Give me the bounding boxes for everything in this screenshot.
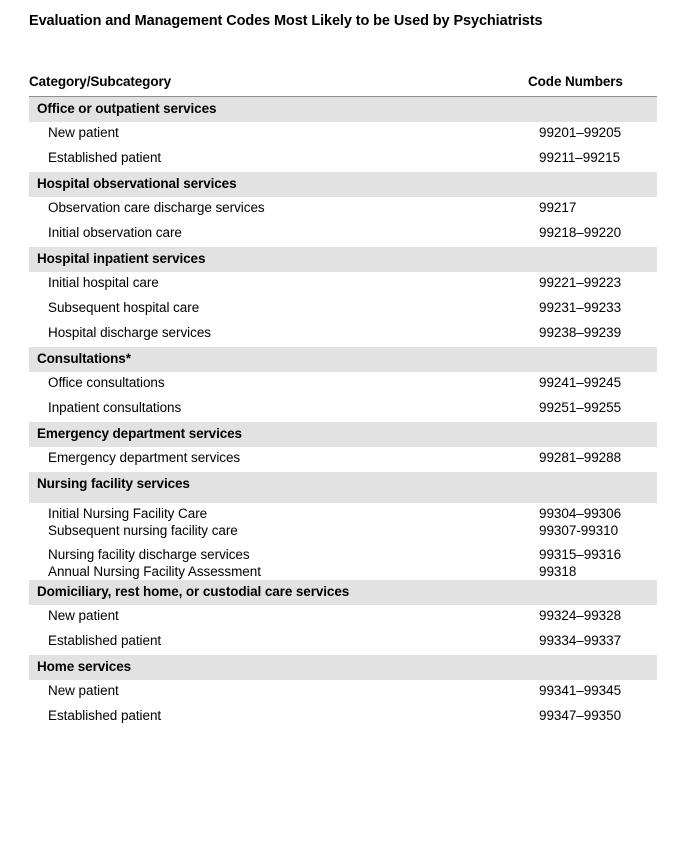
subcategory-label: Established patient [48,708,162,723]
row-group-gap [29,537,657,544]
subcategory-label: Office consultations [48,375,165,390]
subcategory-label: New patient [48,125,119,140]
subcategory-rows: Initial hospital care 99221–99223 Subseque… [29,272,657,347]
code-number: 99324–99328 [539,608,622,623]
category-row: Home services [29,655,657,680]
category-label: Hospital inpatient services [37,251,206,266]
table-row: Subsequent nursing facility care 99307-99… [29,520,657,538]
codes-table: Category/Subcategory Code Numbers Office… [29,74,657,730]
table-row: Observation care discharge services 99217 [29,197,657,222]
code-number: 99251–99255 [539,400,622,415]
category-row: Domiciliary, rest home, or custodial car… [29,580,657,605]
subcategory-label: Observation care discharge services [48,200,265,215]
subcategory-label: New patient [48,683,119,698]
code-number: 99318 [539,564,577,579]
subcategory-label: Established patient [48,633,162,648]
table-row: Established patient 99347–99350 [29,705,657,730]
category-row: Hospital observational services [29,172,657,197]
table-row: New patient 99201–99205 [29,122,657,147]
column-header-category: Category/Subcategory [29,74,172,89]
subcategory-label: Nursing facility discharge services [48,547,250,562]
category-row: Emergency department services [29,422,657,447]
subcategory-rows: Emergency department services 99281–99288 [29,447,657,472]
category-label: Home services [37,659,132,674]
table-column-headers: Category/Subcategory Code Numbers [29,74,657,95]
code-number: 99201–99205 [539,125,622,140]
category-label: Hospital observational services [37,176,237,191]
code-number: 99281–99288 [539,450,622,465]
code-number: 99241–99245 [539,375,622,390]
table-row: New patient 99324–99328 [29,605,657,630]
table-sections: Office or outpatient services New patient… [29,97,657,730]
category-label: Office or outpatient services [37,101,217,116]
table-row: Office consultations 99241–99245 [29,372,657,397]
code-number: 99211–99215 [539,150,621,165]
category-label: Nursing facility services [37,476,190,491]
code-number: 99304–99306 [539,506,622,521]
subcategory-label: Initial observation care [48,225,182,240]
subcategory-label: Subsequent nursing facility care [48,523,238,538]
category-row: Nursing facility services [29,472,657,503]
table-row: Hospital discharge services 99238–99239 [29,322,657,347]
subcategory-label: Subsequent hospital care [48,300,200,315]
code-number: 99315–99316 [539,547,622,562]
table-row: Subsequent hospital care 99231–99233 [29,297,657,322]
table-row: Nursing facility discharge services 99315… [29,544,657,562]
subcategory-rows: Office consultations 99241–99245 Inpatient… [29,372,657,422]
table-row: Established patient 99334–99337 [29,630,657,655]
code-number: 99238–99239 [539,325,622,340]
subcategory-rows: New patient 99324–99328 Established patien… [29,605,657,655]
code-number: 99341–99345 [539,683,622,698]
code-number: 99334–99337 [539,633,622,648]
code-number: 99307-99310 [539,523,619,538]
subcategory-label: Initial Nursing Facility Care [48,506,208,521]
subcategory-rows: Observation care discharge services 99217… [29,197,657,247]
page-title: Evaluation and Management Codes Most Lik… [29,13,543,29]
category-label: Emergency department services [37,426,242,441]
table-row: Emergency department services 99281–99288 [29,447,657,472]
table-row: New patient 99341–99345 [29,680,657,705]
category-label: Domiciliary, rest home, or custodial car… [37,584,350,599]
category-row: Hospital inpatient services [29,247,657,272]
table-row: Inpatient consultations 99251–99255 [29,397,657,422]
subcategory-label: Inpatient consultations [48,400,182,415]
subcategory-rows: New patient 99341–99345 Established patien… [29,680,657,730]
document-page: Evaluation and Management Codes Most Lik… [0,0,691,847]
table-row: Established patient 99211–99215 [29,147,657,172]
table-row: Initial hospital care 99221–99223 [29,272,657,297]
code-number: 99217 [539,200,577,215]
subcategory-label: Emergency department services [48,450,241,465]
column-header-code-numbers: Code Numbers [528,74,623,89]
subcategory-rows: Initial Nursing Facility Care 99304–99306… [29,503,657,580]
code-number: 99231–99233 [539,300,622,315]
subcategory-rows: New patient 99201–99205 Established patien… [29,122,657,172]
category-label: Consultations* [37,351,131,366]
subcategory-label: New patient [48,608,119,623]
code-number: 99218–99220 [539,225,622,240]
table-row: Annual Nursing Facility Assessment 99318 [29,561,657,579]
table-row: Initial observation care 99218–99220 [29,222,657,247]
subcategory-label: Hospital discharge services [48,325,211,340]
category-row: Office or outpatient services [29,97,657,122]
code-number: 99347–99350 [539,708,622,723]
category-row: Consultations* [29,347,657,372]
subcategory-label: Established patient [48,150,162,165]
code-number: 99221–99223 [539,275,622,290]
subcategory-label: Initial hospital care [48,275,159,290]
table-row: Initial Nursing Facility Care 99304–99306 [29,503,657,521]
subcategory-label: Annual Nursing Facility Assessment [48,564,261,579]
